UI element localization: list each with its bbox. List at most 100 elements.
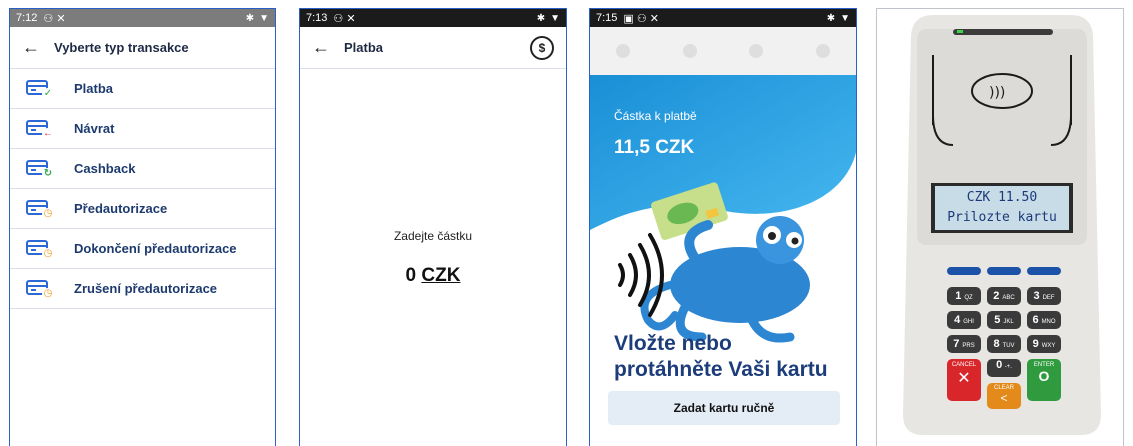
card-clock-icon: ◷ <box>24 278 56 300</box>
amount-due: 11,5 CZK <box>614 137 695 158</box>
status-bar: 7:12 ⚇ ✕ ✱ ▼ <box>10 9 275 27</box>
notification-icon: ⚇ ✕ <box>333 12 356 25</box>
menu-item-3[interactable]: ↻ Cashback <box>10 149 275 189</box>
key-digit: 9 <box>1032 338 1039 350</box>
key-digit: 6 <box>1032 314 1039 326</box>
menu-item-6[interactable]: ◷ Zrušení předautorizace <box>10 269 275 309</box>
key-digit: 2 <box>993 290 1000 302</box>
key-6[interactable]: 6 MNO <box>1027 311 1061 329</box>
key-letters: DEF <box>1042 295 1055 301</box>
card-return-icon: ← <box>24 118 56 140</box>
notification-icon: ⚇ ✕ <box>43 12 66 25</box>
zero-key-digit: 0 <box>996 359 1003 371</box>
wifi-icon: ▼ <box>259 12 269 24</box>
enter-key[interactable]: ENTER O <box>1027 359 1061 401</box>
menu-item-label: Zrušení předautorizace <box>74 281 218 296</box>
enter-key-symbol: O <box>1038 368 1050 384</box>
key-digit: 3 <box>1033 290 1040 302</box>
clear-key[interactable]: CLEAR < <box>987 383 1021 409</box>
key-9[interactable]: 9 WXY <box>1027 335 1061 353</box>
key-8[interactable]: 8 TUV <box>987 335 1021 353</box>
display-line-2: Prilozte kartu <box>947 210 1057 225</box>
terminal-display: CZK 11.50 Prilozte kartu <box>935 186 1069 230</box>
amount-value[interactable]: 0 CZK <box>300 265 566 287</box>
menu-item-label: Dokončení předautorizace <box>74 241 237 256</box>
wifi-icon: ▼ <box>840 12 850 24</box>
progress-dot <box>815 44 830 58</box>
key-4[interactable]: 4 GHI <box>947 311 981 329</box>
svg-text:))): ))) <box>989 85 1005 101</box>
key-letters: PRS <box>962 343 975 349</box>
key-digit: 5 <box>994 314 1001 326</box>
card-check-icon: ✓ <box>24 78 56 100</box>
zero-key-sub: -+. <box>1004 364 1012 370</box>
zero-key[interactable]: 0 -+. <box>987 359 1021 377</box>
app-bar: ← Vyberte typ transakce <box>10 27 275 69</box>
clear-key-symbol: < <box>1000 391 1008 405</box>
amount-input-area[interactable]: Zadejte částku 0 CZK <box>300 229 566 287</box>
function-key-1[interactable] <box>947 267 981 275</box>
status-time: 7:13 <box>306 12 328 24</box>
menu-item-label: Předautorizace <box>74 201 168 216</box>
key-5[interactable]: 5 JKL <box>987 311 1021 329</box>
card-cashback-icon: ↻ <box>24 158 56 180</box>
key-letters: MNO <box>1041 319 1056 325</box>
wifi-icon: ▼ <box>550 12 560 24</box>
status-badge: ↻ <box>42 167 54 180</box>
key-digit: 8 <box>993 338 1000 350</box>
status-time: 7:15 <box>596 12 618 24</box>
card-instruction: Vložte nebo protáhněte Vaši kartu <box>614 331 828 383</box>
currency-exchange-icon[interactable]: $ <box>530 35 554 60</box>
key-2[interactable]: 2 ABC <box>987 287 1021 305</box>
progress-dot <box>749 44 764 58</box>
cancel-key-symbol: ✕ <box>957 370 971 387</box>
key-1[interactable]: 1 QZ <box>947 287 981 305</box>
menu-item-2[interactable]: ← Návrat <box>10 109 275 149</box>
bluetooth-icon: ✱ <box>536 12 546 24</box>
payment-terminal-photo: ))) CZK 11.50 Prilozte kartu 0 -+. CANCE… <box>876 8 1124 446</box>
menu-item-4[interactable]: ◷ Předautorizace <box>10 189 275 229</box>
back-arrow-icon[interactable]: ← <box>22 37 54 58</box>
key-letters: ABC <box>1002 295 1015 301</box>
menu-item-1[interactable]: ✓ Platba <box>10 69 275 109</box>
status-badge: ◷ <box>42 247 54 260</box>
key-letters: WXY <box>1041 343 1056 349</box>
back-arrow-icon[interactable]: ← <box>312 37 344 58</box>
menu-item-label: Cashback <box>74 161 136 176</box>
menu-item-label: Platba <box>74 81 114 96</box>
instruction-line-1: Vložte nebo <box>614 332 732 355</box>
key-digit: 1 <box>955 290 962 302</box>
status-badge: ◷ <box>42 207 54 220</box>
status-badge: ← <box>42 127 54 140</box>
key-7[interactable]: 7 PRS <box>947 335 981 353</box>
bluetooth-icon: ✱ <box>245 12 255 24</box>
function-key-2[interactable] <box>987 267 1021 275</box>
key-letters: GHI <box>963 319 974 325</box>
function-key-3[interactable] <box>1027 267 1061 275</box>
progress-dots <box>590 27 856 75</box>
amount-prompt: Zadejte částku <box>393 229 473 243</box>
amount-number: 0 <box>405 265 417 286</box>
cancel-key[interactable]: CANCEL ✕ <box>947 359 981 401</box>
status-time: 7:12 <box>16 12 38 24</box>
status-bar: 7:15 ▣ ⚇ ✕ ✱ ▼ <box>590 9 856 27</box>
transaction-menu: ✓ Platba ← Návrat ↻ Cashback ◷ Předautorizace ◷ D… <box>10 69 275 309</box>
page-title: Platba <box>344 40 384 55</box>
key-letters: TUV <box>1002 343 1015 349</box>
progress-dot <box>616 44 631 58</box>
amount-entry-screen: 7:13 ⚇ ✕ ✱ ▼ ← Platba $ Zadejte částku 0 C… <box>299 8 567 446</box>
key-letters: JKL <box>1003 319 1014 325</box>
display-line-1: CZK 11.50 <box>966 190 1038 205</box>
amount-label: Částka k platbě <box>614 109 697 123</box>
menu-item-5[interactable]: ◷ Dokončení předautorizace <box>10 229 275 269</box>
status-bar: 7:13 ⚇ ✕ ✱ ▼ <box>300 9 566 27</box>
menu-item-label: Návrat <box>74 121 115 136</box>
key-3[interactable]: 3 DEF <box>1027 287 1061 305</box>
bluetooth-icon: ✱ <box>826 12 836 24</box>
key-digit: 7 <box>953 338 960 350</box>
manual-card-entry-button[interactable]: Zadat kartu ručně <box>608 391 840 425</box>
card-clock-icon: ◷ <box>24 198 56 220</box>
amount-currency: CZK <box>421 265 461 286</box>
instruction-line-2: protáhněte Vaši kartu <box>614 358 828 381</box>
card-prompt-screen: 7:15 ▣ ⚇ ✕ ✱ ▼ Částka k platbě 11,5 CZK … <box>589 8 857 446</box>
